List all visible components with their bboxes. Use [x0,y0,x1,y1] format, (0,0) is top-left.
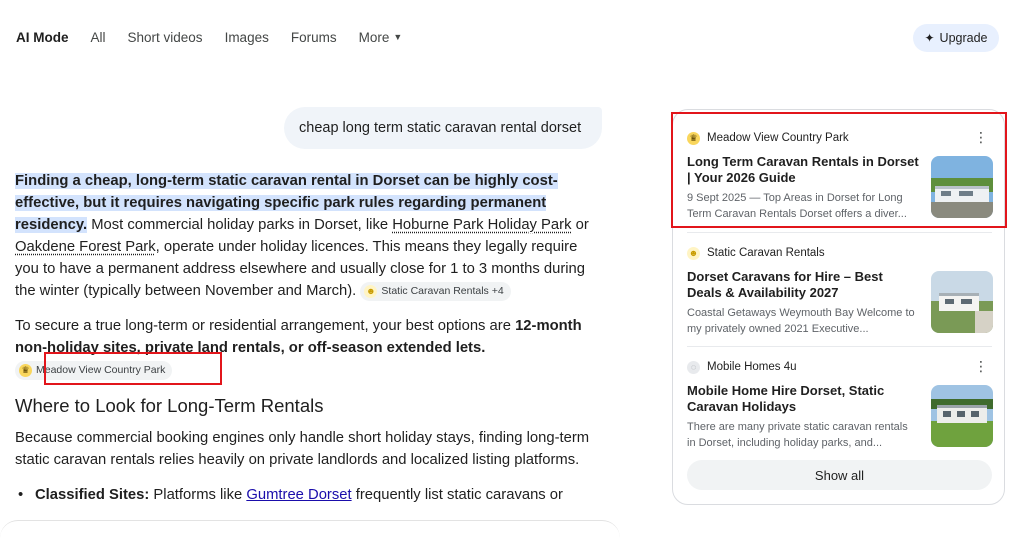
user-query-bubble: cheap long term static caravan rental do… [284,107,602,149]
answer-text: frequently list static caravans or [351,487,563,503]
source-site: ☻ Static Caravan Rentals [687,245,992,261]
tab-images[interactable]: Images [225,30,269,45]
ai-answer: Finding a cheap, long-term static carava… [15,170,605,506]
source-card[interactable]: ◌ Mobile Homes 4u ⋮ Mobile Home Hire Dor… [687,359,993,459]
caret-down-icon: ▼ [393,32,403,42]
globe-favicon-icon: ◌ [687,360,700,374]
answer-paragraph-1: Finding a cheap, long-term static carava… [15,170,605,302]
source-title[interactable]: Mobile Home Hire Dorset, Static Caravan … [687,383,919,415]
smiley-favicon-icon: ☻ [687,246,700,260]
section-heading: Where to Look for Long-Term Rentals [15,395,324,416]
caravan-photo-icon [931,271,993,333]
tab-ai-mode[interactable]: AI Mode [16,30,69,45]
source-site: ◌ Mobile Homes 4u [687,359,992,375]
source-site-name: Mobile Homes 4u [707,361,797,373]
annotation-box-citation [44,352,222,385]
caravan-photo-icon [931,385,993,447]
sparkle-icon: ✦ [924,31,935,45]
smiley-favicon-icon: ☻ [364,285,378,298]
top-nav: AI Mode All Short videos Images Forums M… [0,0,1024,76]
show-all-button[interactable]: Show all [687,460,992,490]
list-item-bold: Classified Sites: [35,487,150,503]
answer-text: To secure a true long-term or residentia… [15,318,516,334]
answer-text: Most commercial holiday parks in Dorset,… [87,217,393,233]
source-title[interactable]: Dorset Caravans for Hire – Best Deals & … [687,269,919,301]
source-snippet: Coastal Getaways Weymouth Bay Welcome to… [687,307,915,335]
citation-label: Static Caravan Rentals +4 [381,285,504,297]
list-item: Classified Sites: Platforms like Gumtree… [15,484,605,506]
link-hoburne-park[interactable]: Hoburne Park Holiday Park [392,217,571,233]
annotation-box-source [671,112,1007,228]
link-gumtree-dorset[interactable]: Gumtree Dorset [246,487,351,503]
more-options-icon[interactable]: ⋮ [974,359,988,373]
tab-short-videos[interactable]: Short videos [128,30,203,45]
input-box-edge [0,520,620,538]
divider [687,232,992,233]
source-card[interactable]: ☻ Static Caravan Rentals Dorset Caravans… [687,245,993,345]
citation-chip-static-caravan[interactable]: ☻ Static Caravan Rentals +4 [360,282,511,301]
answer-list: Classified Sites: Platforms like Gumtree… [15,484,605,506]
source-site-name: Static Caravan Rentals [707,247,825,259]
link-oakdene-forest-park[interactable]: Oakdene Forest Park [15,239,156,255]
answer-text: Platforms like [149,487,247,503]
search-tabs: AI Mode All Short videos Images Forums M… [16,30,424,45]
crown-favicon-icon: ♛ [19,364,32,377]
answer-text: or [571,217,589,233]
upgrade-label: Upgrade [939,31,988,45]
source-thumbnail [931,271,993,333]
upgrade-button[interactable]: ✦ Upgrade [913,24,999,52]
source-thumbnail [931,385,993,447]
divider [687,346,992,347]
tab-forums[interactable]: Forums [291,30,337,45]
source-snippet: There are many private static caravan re… [687,421,908,449]
tab-more[interactable]: More ▼ [359,30,403,45]
tab-all[interactable]: All [91,30,106,45]
tab-more-label: More [358,30,390,45]
answer-paragraph-3: Because commercial booking engines only … [15,430,590,468]
